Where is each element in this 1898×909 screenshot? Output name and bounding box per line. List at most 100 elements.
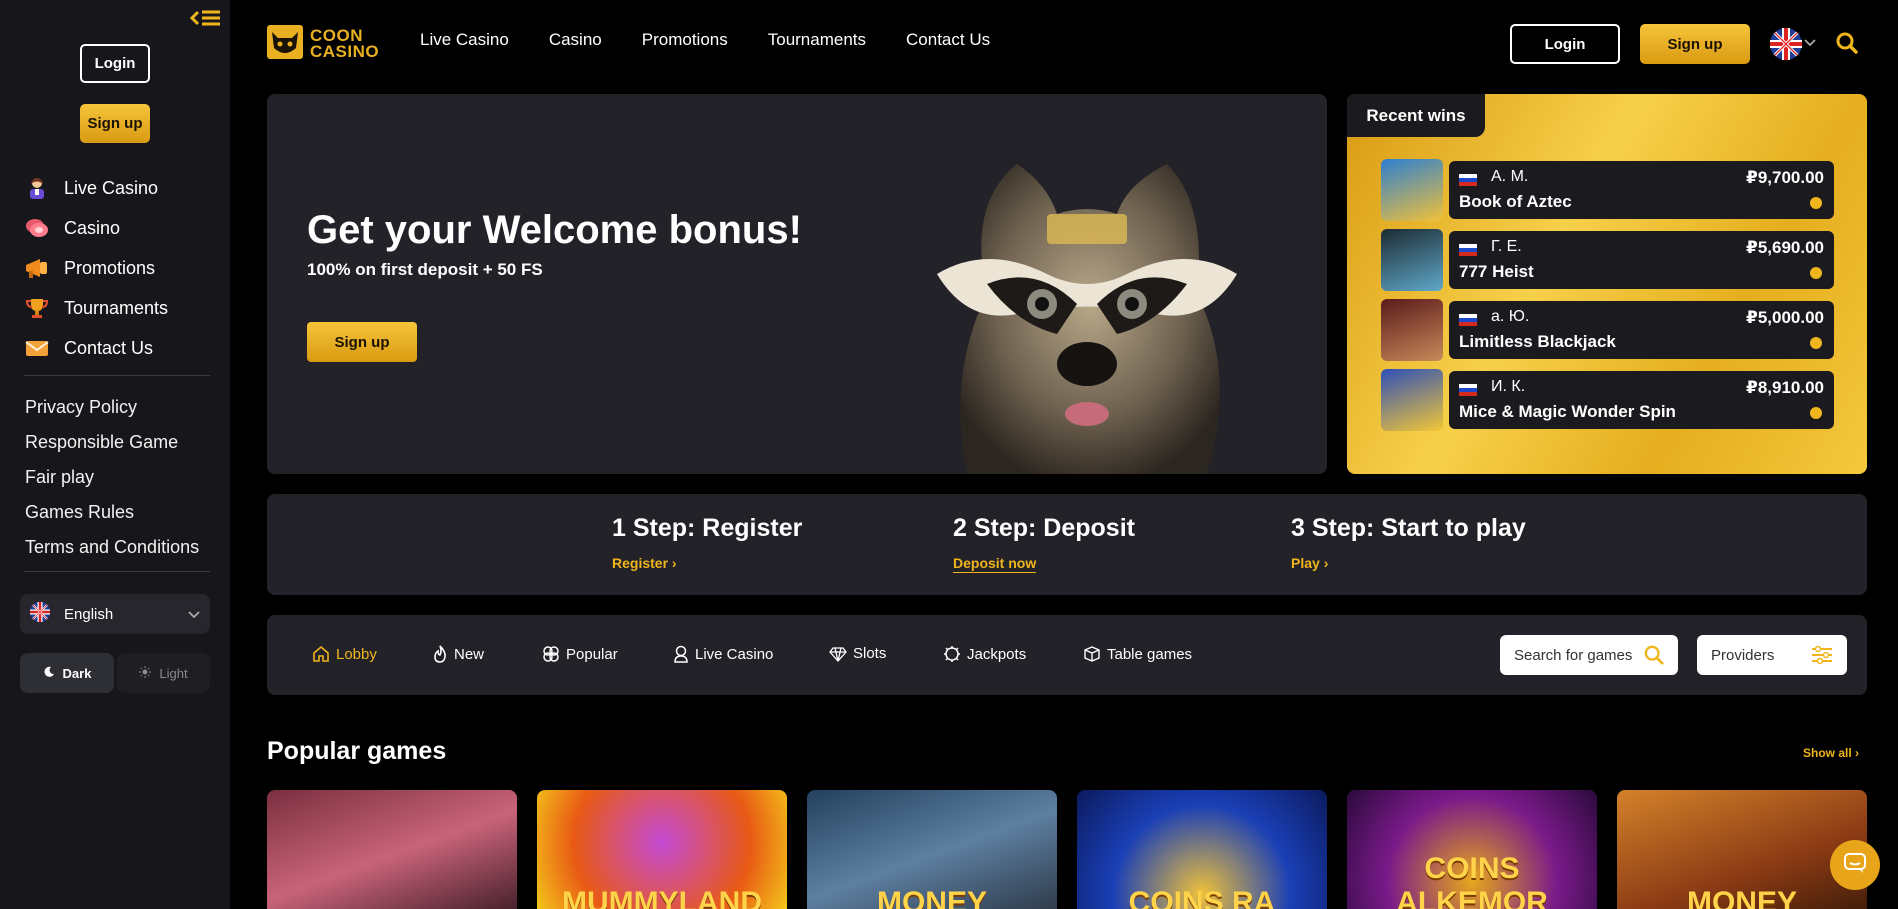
register-link[interactable]: Register › [612,555,677,571]
russia-flag-icon [1459,173,1477,186]
tab-label: Jackpots [967,645,1027,663]
uk-flag-icon [30,602,50,626]
game-tile-title: MUMMYLAND [562,886,762,909]
sidebar-links: Privacy Policy Responsible Game Fair pla… [25,390,215,565]
deposit-now-link[interactable]: Deposit now [953,555,1037,573]
step-link-label: Play [1291,555,1320,571]
game-tile[interactable]: COINS RA [1077,790,1327,909]
sidebar-item-contact-us[interactable]: Contact Us [24,328,214,368]
header-login-button[interactable]: Login [1510,24,1620,64]
sidebar-item-promotions[interactable]: Promotions [24,248,214,288]
recent-win-item[interactable]: А. М. Book of Aztec ₽9,700.00 [1381,159,1834,221]
welcome-banner: Get your Welcome bonus! 100% on first de… [267,94,1327,474]
win-amount: ₽5,690.00 [1745,238,1824,257]
win-game-title: Limitless Blackjack [1459,332,1616,351]
tab-live-casino[interactable]: Live Casino [673,645,773,663]
recent-wins-title: Recent wins [1347,94,1485,137]
popular-games-title: Popular games [267,737,447,765]
tab-popular[interactable]: Popular [542,645,618,663]
nav-casino[interactable]: Casino [549,30,602,50]
win-card: Г. Е. 777 Heist ₽5,690.00 [1449,231,1834,289]
menu-collapse-icon [189,10,222,34]
sidebar-collapse-button[interactable] [189,8,222,34]
game-tile[interactable] [267,790,517,909]
nav-promotions[interactable]: Promotions [642,30,728,50]
sidebar-signup-button[interactable]: Sign up [80,104,150,143]
site-logo[interactable]: COON CASINO [266,24,386,65]
win-username: А. М. [1491,168,1529,185]
win-username: И. К. [1491,378,1526,395]
logo-line-2: CASINO [310,42,380,61]
theme-dark-button[interactable]: Dark [20,653,114,693]
coin-icon [1810,197,1822,209]
game-tile-title: COINS ALKEMOR [1396,852,1548,909]
win-card: И. К. Mice & Magic Wonder Spin ₽8,910.00 [1449,371,1834,429]
theme-light-label: Light [159,665,188,681]
win-amount: ₽5,000.00 [1745,308,1824,327]
game-category-bar: Lobby New Popular Live Casino Slots Jack… [267,615,1867,695]
win-amount: ₽9,700.00 [1745,168,1824,187]
nav-tournaments[interactable]: Tournaments [768,30,866,50]
game-tile[interactable]: MONEY [1617,790,1867,909]
nav-contact-us[interactable]: Contact Us [906,30,990,50]
tab-lobby[interactable]: Lobby [312,645,377,663]
raccoon-logo-icon [266,24,304,65]
search-icon[interactable] [1836,32,1858,59]
hero-signup-button[interactable]: Sign up [307,322,417,362]
recent-win-item[interactable]: Г. Е. 777 Heist ₽5,690.00 [1381,229,1834,291]
win-username: Г. Е. [1491,238,1522,255]
recent-win-item[interactable]: а. Ю. Limitless Blackjack ₽5,000.00 [1381,299,1834,361]
sidebar-item-live-casino[interactable]: Live Casino [24,168,214,208]
sidebar-item-tournaments[interactable]: Tournaments [24,288,214,328]
coin-icon [1810,267,1822,279]
game-tile[interactable]: MUMMYLAND [537,790,787,909]
step-link-label: Register [612,555,669,571]
tab-slots[interactable]: Slots [829,645,886,662]
nav-live-casino[interactable]: Live Casino [420,30,509,50]
win-username: а. Ю. [1491,308,1530,325]
tab-label: Lobby [336,645,377,663]
game-tile[interactable]: COINS ALKEMOR [1347,790,1597,909]
tab-label: Table games [1107,645,1193,663]
game-search-input[interactable]: Search for games [1500,635,1678,675]
game-tile-title: MONEY [876,886,987,909]
providers-label: Providers [1711,646,1775,664]
tab-table-games[interactable]: Table games [1083,645,1192,663]
chevron-down-icon[interactable] [1804,34,1816,52]
chevron-right-icon: › [671,555,677,571]
tab-jackpots[interactable]: Jackpots [943,645,1026,663]
dealer-outline-icon [673,645,689,663]
game-tile[interactable]: MONEY [807,790,1057,909]
fair-play-link[interactable]: Fair play [25,460,215,495]
win-game-title: 777 Heist [1459,262,1534,281]
header-signup-button[interactable]: Sign up [1640,24,1750,64]
language-flag-button[interactable] [1770,28,1802,65]
sidebar-login-button[interactable]: Login [80,44,150,83]
language-select[interactable]: English [20,594,210,634]
search-placeholder: Search for games [1514,646,1633,664]
flame-icon [432,645,448,663]
live-chat-button[interactable] [1830,840,1880,890]
sidebar-nav: Live Casino Casino Promotions Tournament… [24,168,214,368]
sidebar: Login Sign up Live Casino Casino Promoti… [0,0,230,909]
sidebar-item-casino[interactable]: Casino [24,208,214,248]
tab-label: New [454,645,485,663]
diamond-icon [829,646,847,662]
responsible-game-link[interactable]: Responsible Game [25,425,215,460]
recent-win-item[interactable]: И. К. Mice & Magic Wonder Spin ₽8,910.00 [1381,369,1834,431]
sidebar-item-label: Live Casino [64,177,159,198]
envelope-icon [24,335,50,361]
chips-icon [24,215,50,241]
providers-filter[interactable]: Providers [1697,635,1847,675]
game-thumbnail [1381,299,1443,361]
tab-label: Slots [853,645,887,662]
tab-new[interactable]: New [432,645,484,663]
games-rules-link[interactable]: Games Rules [25,495,215,530]
theme-light-button[interactable]: Light [117,653,210,693]
filter-sliders-icon [1811,645,1833,669]
terms-link[interactable]: Terms and Conditions [25,530,215,565]
play-link[interactable]: Play › [1291,555,1328,571]
privacy-policy-link[interactable]: Privacy Policy [25,390,215,425]
show-all-link[interactable]: Show all › [1803,746,1859,760]
sidebar-item-label: Contact Us [64,337,154,358]
